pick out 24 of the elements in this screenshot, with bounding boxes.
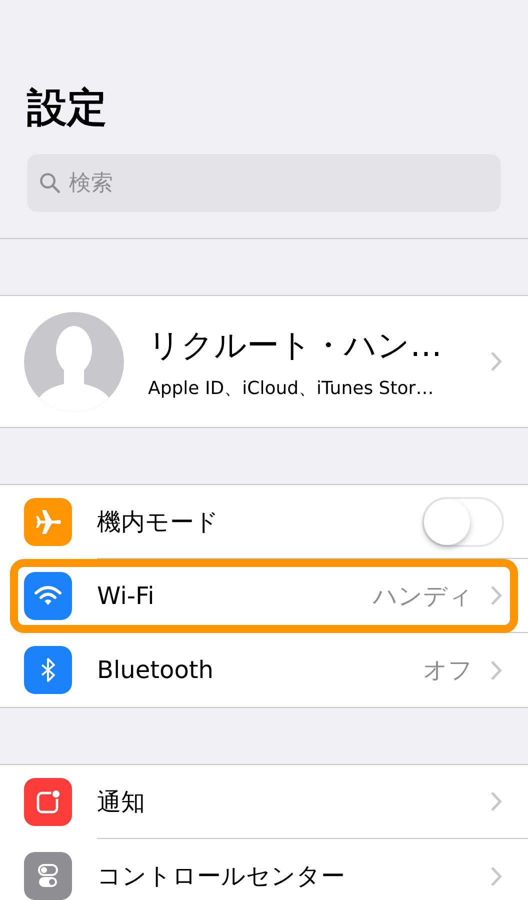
chevron-icon	[491, 792, 502, 811]
chevron-icon	[491, 352, 502, 371]
row-label: 通知	[97, 786, 146, 818]
chevron-icon	[491, 586, 502, 605]
row-label: Bluetooth	[97, 656, 215, 684]
row-label: 機内モード	[97, 506, 220, 538]
profile-subtitle: Apple ID、iCloud、iTunes Stor…	[148, 376, 435, 400]
settings-row[interactable]: 通知	[0, 765, 528, 839]
row-value: オフ	[423, 655, 473, 686]
chevron-icon	[491, 660, 502, 680]
settings-row[interactable]: コントロールセンター	[0, 839, 528, 900]
avatar-icon	[24, 312, 124, 412]
profile-row[interactable]: リクルート・ハン… Apple ID、iCloud、iTunes Stor…	[0, 295, 528, 428]
settings-row[interactable]: Wi-Fi ハンディ	[0, 559, 528, 633]
toggle-switch[interactable]	[422, 496, 504, 546]
row-value: ハンディ	[373, 580, 473, 612]
chevron-icon	[491, 866, 502, 886]
row-label: Wi-Fi	[97, 582, 156, 610]
profile-name: リクルート・ハン…	[148, 324, 443, 366]
page-title: 設定	[27, 84, 108, 133]
settings-row[interactable]: 機内モード	[0, 485, 528, 559]
settings-row[interactable]: Bluetooth オフ	[0, 633, 528, 707]
search-field[interactable]: 検索	[27, 154, 501, 212]
row-label: コントロールセンター	[97, 861, 346, 892]
